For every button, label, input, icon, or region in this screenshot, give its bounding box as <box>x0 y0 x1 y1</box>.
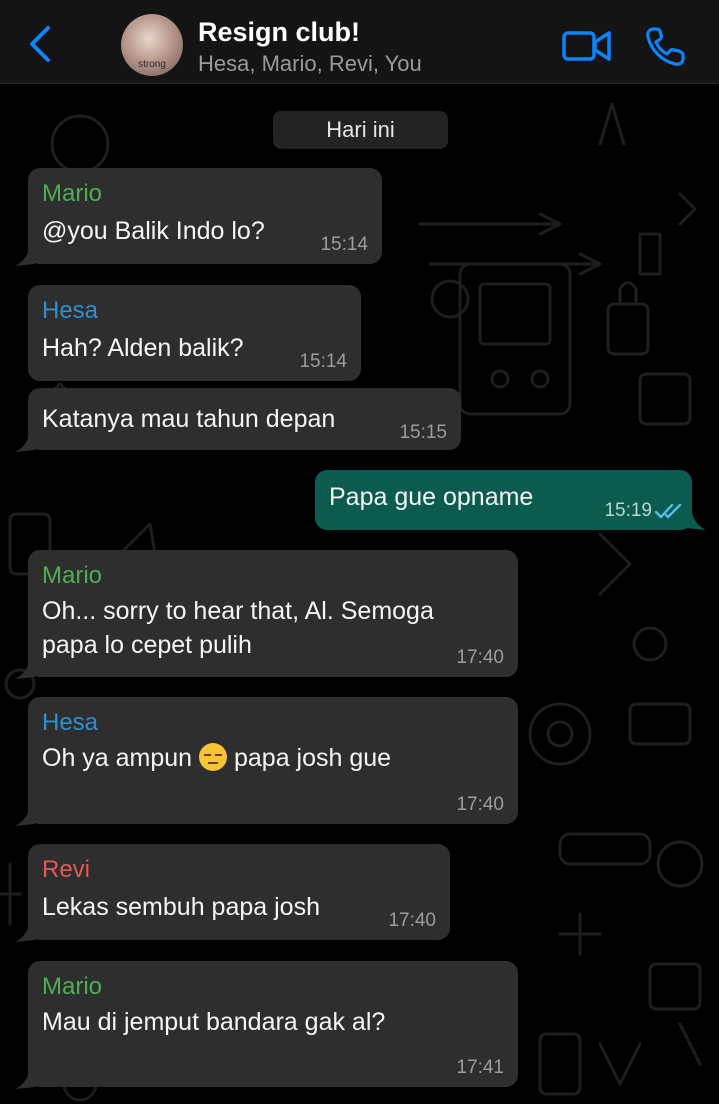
chat-participants[interactable]: Hesa, Mario, Revi, You <box>198 51 422 77</box>
message-time: 17:40 <box>388 910 436 931</box>
chat-title[interactable]: Resign club! <box>198 17 360 48</box>
message-time: 17:40 <box>456 647 504 668</box>
bubble-tail <box>15 248 35 266</box>
chat-header: strong Resign club! Hesa, Mario, Revi, Y… <box>0 0 719 84</box>
bubble-tail <box>15 434 35 452</box>
date-separator: Hari ini <box>273 111 448 149</box>
sender-name[interactable]: Revi <box>42 856 90 884</box>
bubble-tail <box>15 1071 35 1089</box>
bubble-tail <box>15 661 35 679</box>
message-bubble[interactable]: Mario Oh... sorry to hear that, Al. Semo… <box>28 550 518 677</box>
read-receipt-icon <box>654 503 682 519</box>
sender-name[interactable]: Hesa <box>42 709 98 737</box>
bubble-tail <box>686 512 706 530</box>
sender-name[interactable]: Mario <box>42 562 102 590</box>
message-text-part: Oh ya ampun <box>42 744 193 772</box>
message-text: Papa gue opname <box>329 483 534 511</box>
message-text: Katanya mau tahun depan <box>42 405 336 433</box>
message-bubble[interactable]: Mario @you Balik Indo lo? 15:14 <box>28 168 382 264</box>
message-text-line-2: papa lo cepet pulih <box>42 631 252 659</box>
message-bubble[interactable]: Hesa Oh ya ampun papa josh gue 17:40 <box>28 697 518 824</box>
group-avatar[interactable]: strong <box>121 14 183 76</box>
bubble-tail <box>15 924 35 942</box>
message-bubble[interactable]: Katanya mau tahun depan 15:15 <box>28 388 461 450</box>
message-time: 15:14 <box>299 351 347 372</box>
message-text-part: papa josh gue <box>234 744 392 772</box>
message-text: @you Balik Indo lo? <box>42 217 265 245</box>
phone-call-icon[interactable] <box>644 26 686 68</box>
message-text: Mau di jemput bandara gak al? <box>42 1008 386 1036</box>
outgoing-message-bubble[interactable]: Papa gue opname 15:19 <box>315 470 692 530</box>
message-text: Hah? Alden balik? <box>42 334 244 362</box>
message-time: 15:19 <box>604 500 652 521</box>
message-time: 17:40 <box>456 794 504 815</box>
back-chevron-icon[interactable] <box>24 24 58 64</box>
sender-name[interactable]: Mario <box>42 973 102 1001</box>
message-bubble[interactable]: Mario Mau di jemput bandara gak al? 17:4… <box>28 961 518 1087</box>
sender-name[interactable]: Mario <box>42 180 102 208</box>
message-time: 15:15 <box>399 422 447 443</box>
message-time: 15:14 <box>320 234 368 255</box>
bubble-tail <box>15 808 35 826</box>
message-text: Oh... sorry to hear that, Al. Semoga <box>42 597 434 625</box>
message-text: Oh ya ampun papa josh gue <box>42 741 391 775</box>
message-list[interactable]: Hari ini Mario @you Balik Indo lo? 15:14… <box>0 84 719 1104</box>
message-bubble[interactable]: Hesa Hah? Alden balik? 15:14 <box>28 285 361 381</box>
pensive-face-emoji-icon <box>199 743 228 771</box>
message-text: Lekas sembuh papa josh <box>42 893 320 921</box>
message-bubble[interactable]: Revi Lekas sembuh papa josh 17:40 <box>28 844 450 940</box>
message-time: 17:41 <box>456 1057 504 1078</box>
video-call-icon[interactable] <box>562 28 612 64</box>
sender-name[interactable]: Hesa <box>42 297 98 325</box>
avatar-caption: strong <box>138 59 166 70</box>
